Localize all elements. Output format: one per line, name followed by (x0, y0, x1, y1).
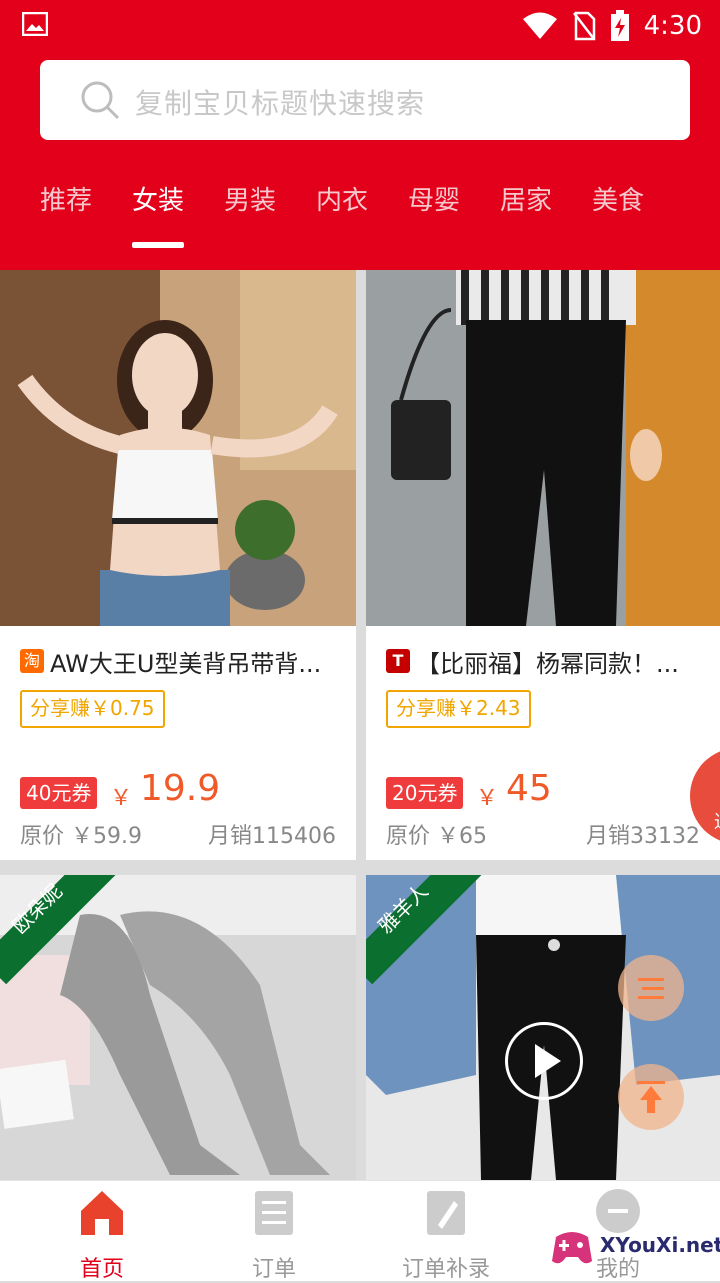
tab-mens[interactable]: 男装 (224, 180, 276, 217)
list-icon (638, 978, 664, 999)
tab-home[interactable]: 居家 (500, 180, 552, 217)
no-sim-icon (572, 11, 595, 41)
status-time: 4:30 (643, 11, 702, 41)
play-video-button[interactable] (505, 1022, 583, 1100)
product-image (0, 270, 356, 626)
original-price: 原价 ￥59.9 (20, 824, 142, 849)
gallery-notification-icon (21, 11, 49, 37)
bottom-navigation: 首页 订单 订单补录 我的 XYouXi.net (0, 1180, 720, 1282)
search-icon (81, 81, 120, 120)
brand-tag: 雅羊人 (366, 875, 466, 975)
share-earn-badge[interactable]: 分享赚￥0.75 (20, 690, 165, 728)
share-earn-badge[interactable]: 分享赚￥2.43 (386, 690, 531, 728)
tab-womens[interactable]: 女装 (132, 180, 184, 217)
search-bar[interactable]: 复制宝贝标题快速搜索 (40, 60, 690, 140)
product-card[interactable]: 欧朵妮 (0, 875, 356, 1180)
tab-recommend[interactable]: 推荐 (40, 180, 92, 217)
search-placeholder: 复制宝贝标题快速搜索 (135, 87, 426, 120)
currency-symbol: ￥ (110, 786, 133, 811)
back-to-top-fab[interactable] (618, 1064, 684, 1130)
active-tab-indicator (132, 242, 184, 248)
side-float-label: 进 (714, 808, 720, 834)
product-price: 19.9 (140, 768, 221, 809)
product-card[interactable]: 淘 AW大王U型美背吊带背... 分享赚￥0.75 40元券 ￥ 19.9 原价… (0, 270, 356, 860)
monthly-sales: 月销115406 (208, 824, 336, 849)
menu-list-fab[interactable] (618, 955, 684, 1021)
coupon-badge: 40元券 (20, 777, 98, 809)
tab-baby[interactable]: 母婴 (408, 180, 460, 217)
monthly-sales: 月销33132 (586, 824, 700, 849)
watermark-logo: XYouXi.net (548, 1221, 720, 1271)
gamepad-icon (552, 1232, 592, 1264)
nav-home[interactable]: 首页 (42, 1189, 162, 1282)
nav-order-supplement[interactable]: 订单补录 (386, 1189, 506, 1282)
original-price: 原价 ￥65 (386, 824, 487, 849)
home-icon (81, 1191, 123, 1235)
coupon-badge: 20元券 (386, 777, 464, 809)
app-header: 4:30 复制宝贝标题快速搜索 推荐 女装 男装 内衣 母婴 居家 美食 (0, 0, 720, 270)
category-tabs: 推荐 女装 男装 内衣 母婴 居家 美食 (0, 180, 720, 250)
list-icon (255, 1191, 293, 1235)
edit-doc-icon (427, 1191, 465, 1235)
tab-food[interactable]: 美食 (592, 180, 644, 217)
tmall-icon: T (386, 649, 410, 673)
battery-charging-icon (610, 10, 629, 41)
nav-orders[interactable]: 订单 (214, 1189, 334, 1282)
wifi-icon (522, 12, 557, 39)
brand-tag: 欧朵妮 (0, 875, 100, 975)
product-title: 【比丽福】杨幂同款！... (416, 649, 679, 678)
watermark-text: XYouXi.net (600, 1233, 720, 1257)
tab-underwear[interactable]: 内衣 (316, 180, 368, 217)
product-price: 45 (506, 768, 552, 809)
taobao-icon: 淘 (20, 649, 44, 673)
currency-symbol: ￥ (476, 786, 499, 811)
product-title: AW大王U型美背吊带背... (50, 649, 322, 678)
product-card[interactable]: T 【比丽福】杨幂同款！... 分享赚￥2.43 20元券 ￥ 45 原价 ￥6… (366, 270, 720, 860)
product-image (366, 270, 720, 626)
status-bar: 4:30 (0, 0, 720, 52)
back-to-top-icon (637, 1081, 665, 1113)
